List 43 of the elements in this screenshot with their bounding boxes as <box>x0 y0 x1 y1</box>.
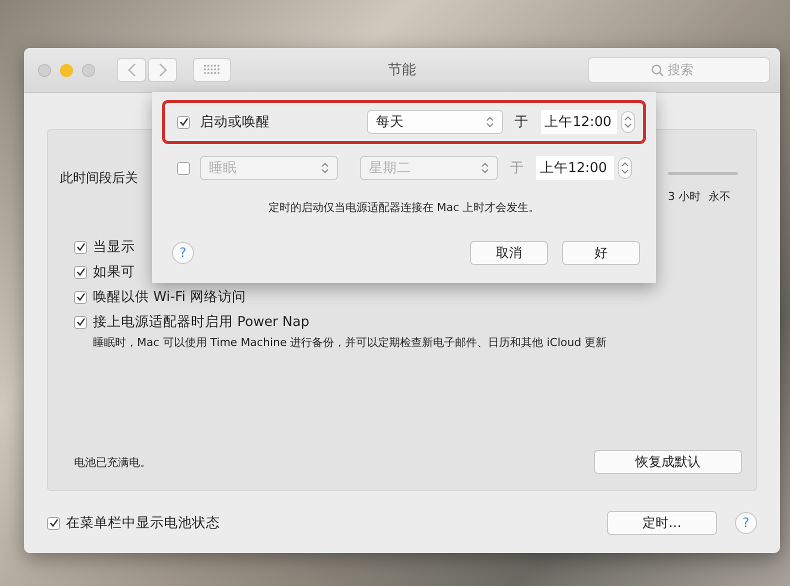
option-description: 睡眠时，Mac 可以使用 Time Machine 进行备份，并可以定期检查新电子邮件、日历和其他 iCloud 更新 <box>93 335 608 350</box>
updown-icon <box>486 116 494 128</box>
time-field[interactable]: 上午12:00 <box>540 110 618 134</box>
chevron-right-icon <box>158 63 168 77</box>
time-stepper[interactable] <box>621 111 635 133</box>
schedule-button[interactable]: 定时… <box>607 511 717 535</box>
slider-label: 此时间段后关 <box>60 170 138 187</box>
updown-icon <box>624 115 632 129</box>
updown-icon <box>481 162 489 174</box>
updown-icon <box>321 162 329 174</box>
forward-button[interactable] <box>148 58 177 82</box>
option-label: 接上电源适配器时启用 Power Nap <box>93 313 310 331</box>
slider-track[interactable] <box>668 172 738 175</box>
back-button[interactable] <box>117 58 146 82</box>
option-label: 如果可 <box>93 263 135 281</box>
slider-tick-label: 3 小时 <box>668 189 700 204</box>
battery-status: 电池已充满电。 <box>74 454 151 470</box>
window-title: 节能 <box>387 61 417 79</box>
show-all-button[interactable] <box>193 58 231 82</box>
checkbox[interactable] <box>74 316 87 328</box>
at-label: 于 <box>510 159 524 177</box>
checkbox[interactable] <box>74 266 87 278</box>
checkbox[interactable] <box>74 240 87 254</box>
search-input[interactable]: 搜索 <box>668 62 708 78</box>
restore-defaults-button[interactable]: 恢复成默认 <box>594 450 742 474</box>
sheet-note: 定时的启动仅当电源适配器连接在 Mac 上时才会发生。 <box>267 200 541 215</box>
checkbox[interactable] <box>177 116 190 128</box>
action-label: 启动或唤醒 <box>200 113 271 131</box>
option-label: 唤醒以供 Wi-Fi 网络访问 <box>93 288 246 306</box>
option-label: 当显示 <box>93 238 135 256</box>
updown-icon <box>621 161 629 175</box>
option-label: 在菜单栏中显示电池状态 <box>66 514 220 532</box>
grid-icon <box>203 64 221 76</box>
slider-tick-label: 永不 <box>708 189 730 204</box>
ok-button[interactable]: 好 <box>562 241 640 265</box>
search-field[interactable]: 搜索 <box>588 57 770 83</box>
search-icon <box>650 64 664 76</box>
checkbox[interactable] <box>47 516 60 530</box>
chevron-left-icon <box>126 63 136 77</box>
at-label: 于 <box>514 113 529 131</box>
cancel-button[interactable]: 取消 <box>470 241 548 265</box>
day-popup[interactable]: 每天 <box>366 110 503 134</box>
checkbox[interactable] <box>74 290 87 304</box>
